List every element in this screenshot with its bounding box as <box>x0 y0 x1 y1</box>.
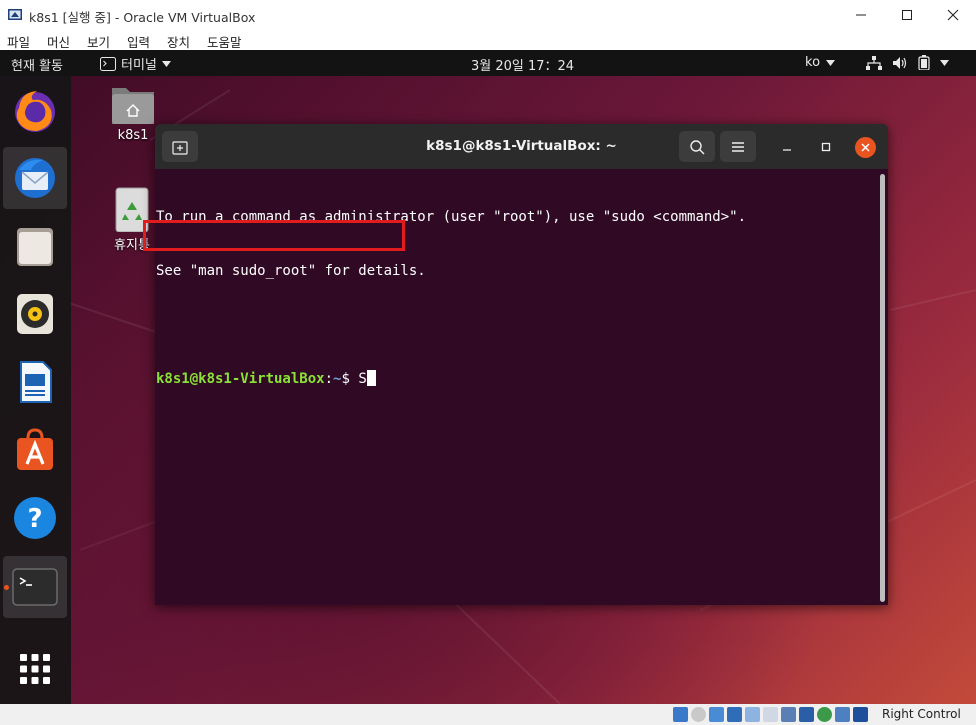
menu-view[interactable]: 보기 <box>87 32 110 51</box>
dock-files[interactable] <box>3 215 67 277</box>
text-cursor <box>366 370 376 386</box>
minimize-button[interactable] <box>838 0 884 30</box>
svg-text:?: ? <box>27 504 42 534</box>
mouse-integration-icon[interactable] <box>835 707 850 722</box>
menu-help[interactable]: 도움말 <box>207 32 242 51</box>
terminal-line: See "man sudo_root" for details. <box>156 263 426 279</box>
host-key-label: Right Control <box>882 707 961 721</box>
recording-icon[interactable] <box>799 707 814 722</box>
ubuntu-software-icon <box>17 428 53 470</box>
menu-machine[interactable]: 머신 <box>47 32 70 51</box>
maximize-button[interactable] <box>884 0 930 30</box>
search-icon <box>690 139 705 154</box>
audio-icon[interactable] <box>709 707 724 722</box>
clock[interactable]: 3월 20일 17：24 <box>471 55 574 74</box>
optical-drive-icon[interactable] <box>691 707 706 722</box>
vbox-titlebar: k8s1 [실행 중] - Oracle VM VirtualBox <box>0 0 976 30</box>
terminal-maximize-button[interactable] <box>811 131 841 162</box>
prompt-separator: : <box>324 371 334 387</box>
network-icon <box>866 55 882 70</box>
chevron-down-icon <box>826 59 836 66</box>
prompt-user-host: k8s1@k8s1-VirtualBox <box>156 371 325 387</box>
app-grid-icon <box>20 654 50 684</box>
app-menu-label: 터미널 <box>121 58 157 73</box>
home-folder-icon <box>112 88 154 124</box>
battery-icon <box>918 55 930 70</box>
terminal-window[interactable]: k8s1@k8s1-VirtualBox: ~ To run a command… <box>155 124 888 605</box>
dock: ? <box>0 76 71 704</box>
dock-thunderbird[interactable] <box>3 147 67 209</box>
usb-icon[interactable] <box>745 707 760 722</box>
annotation-highlight-box <box>143 220 405 251</box>
close-button[interactable] <box>930 0 976 30</box>
shared-folders-icon[interactable] <box>763 707 778 722</box>
writer-icon <box>20 361 52 403</box>
desktop-icon-label: k8s1 <box>117 128 149 143</box>
thunderbird-icon <box>15 158 55 198</box>
input-language: ko <box>805 55 821 70</box>
input-source-menu[interactable]: ko <box>805 55 836 70</box>
files-icon <box>17 228 53 266</box>
show-applications-button[interactable] <box>3 638 67 700</box>
chevron-down-icon <box>940 59 949 66</box>
window-title: k8s1 [실행 중] - Oracle VM VirtualBox <box>29 10 256 25</box>
hamburger-menu-icon <box>732 141 744 152</box>
dock-firefox[interactable] <box>3 79 67 141</box>
minimize-icon <box>856 14 866 16</box>
app-menu[interactable]: 터미널 <box>100 54 171 73</box>
virtualbox-app-icon <box>8 9 22 20</box>
menu-button[interactable] <box>720 131 756 162</box>
vbox-menubar: 파일 머신 보기 입력 장치 도움말 <box>0 30 976 50</box>
menu-file[interactable]: 파일 <box>7 32 30 51</box>
dock-terminal[interactable] <box>3 556 67 618</box>
chevron-down-icon <box>161 60 171 67</box>
terminal-close-button[interactable] <box>855 137 876 158</box>
maximize-icon <box>902 10 912 20</box>
virtualization-icon[interactable] <box>817 707 832 722</box>
dock-writer[interactable] <box>3 351 67 413</box>
host-key-icon <box>853 707 868 722</box>
volume-icon <box>893 56 907 69</box>
help-icon: ? <box>14 497 56 539</box>
top-panel: 현재 활동 터미널 3월 20일 17：24 ko <box>0 50 976 76</box>
terminal-icon <box>12 568 58 606</box>
terminal-minimize-button[interactable] <box>772 131 802 162</box>
terminal-app-icon <box>100 56 116 71</box>
hard-disk-icon[interactable] <box>673 707 688 722</box>
terminal-headerbar[interactable]: k8s1@k8s1-VirtualBox: ~ <box>155 124 888 169</box>
prompt-symbol: $ <box>341 371 359 387</box>
status-icons <box>673 707 868 722</box>
close-icon <box>947 9 959 21</box>
terminal-scrollbar[interactable] <box>880 174 885 602</box>
menu-input[interactable]: 입력 <box>127 32 150 51</box>
activities-button[interactable]: 현재 활동 <box>11 55 63 74</box>
dock-ubuntu-software[interactable] <box>3 419 67 481</box>
firefox-icon <box>15 91 55 132</box>
system-menu[interactable] <box>866 55 949 70</box>
guest-screen: 현재 활동 터미널 3월 20일 17：24 ko ? k8s1 휴지통 k8s… <box>0 50 976 704</box>
menu-devices[interactable]: 장치 <box>167 32 190 51</box>
command-input[interactable]: S <box>358 371 366 387</box>
rhythmbox-icon <box>17 294 53 334</box>
running-indicator <box>4 585 9 590</box>
terminal-prompt-line[interactable]: k8s1@k8s1-VirtualBox:~$ S <box>156 370 876 388</box>
display-icon[interactable] <box>781 707 796 722</box>
vbox-statusbar: Right Control <box>0 704 976 725</box>
close-icon <box>861 143 870 152</box>
dock-rhythmbox[interactable] <box>3 283 67 345</box>
desktop-icon-home[interactable]: k8s1 <box>108 82 158 143</box>
network-adapter-icon[interactable] <box>727 707 742 722</box>
terminal-output[interactable]: To run a command as administrator (user … <box>156 172 876 424</box>
dock-help[interactable]: ? <box>3 487 67 549</box>
search-button[interactable] <box>679 131 715 162</box>
minimize-icon <box>783 148 791 151</box>
maximize-icon <box>821 142 831 151</box>
